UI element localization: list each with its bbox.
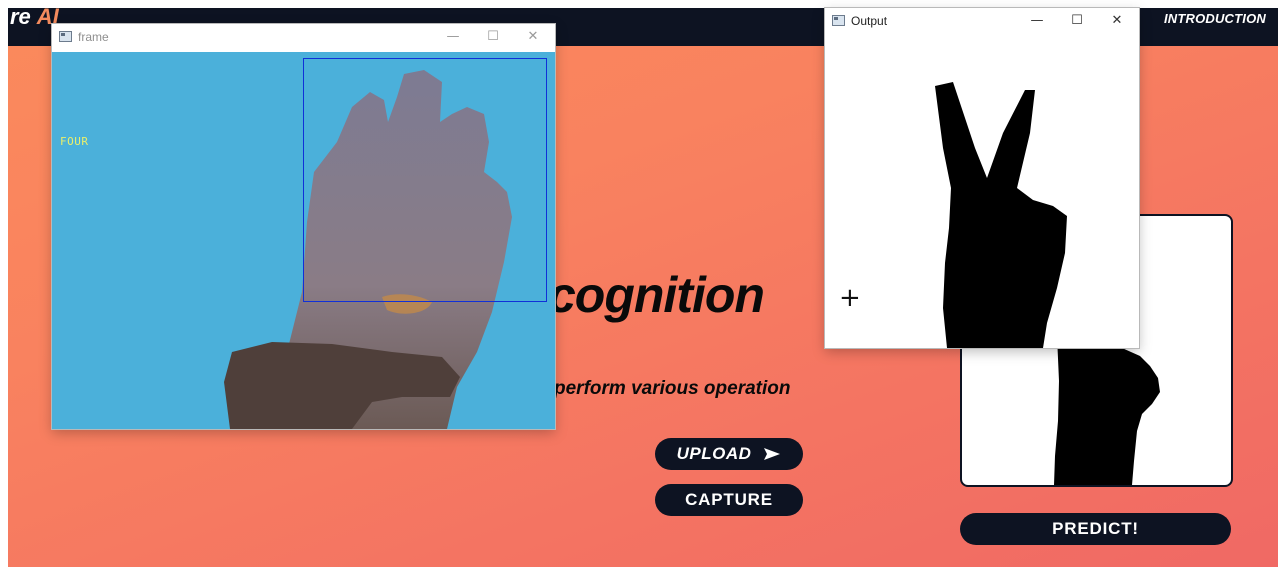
predict-button-label: PREDICT!	[1052, 519, 1139, 538]
hero-subtext: perform various operation	[554, 378, 791, 399]
gesture-overlay-label: FOUR	[60, 135, 89, 148]
output-hand-silhouette	[935, 82, 1067, 348]
output-window-title: Output	[851, 14, 888, 28]
capture-button-label: CAPTURE	[685, 490, 773, 509]
output-minimize-button[interactable]: —	[1017, 11, 1057, 31]
capture-button[interactable]: CAPTURE	[655, 484, 803, 516]
send-arrow-icon	[764, 448, 781, 460]
frame-window[interactable]: frame — ☐ ✕ FOUR	[52, 24, 555, 429]
window-app-icon	[59, 31, 72, 42]
crosshair-icon: +	[839, 283, 861, 313]
frame-window-title: frame	[78, 30, 109, 44]
camera-feed: FOUR	[52, 52, 555, 429]
hero-headline: cognition	[548, 267, 765, 323]
frame-maximize-button[interactable]: ☐	[473, 27, 513, 47]
output-close-button[interactable]: ✕	[1097, 11, 1137, 31]
frame-minimize-button[interactable]: —	[433, 27, 473, 47]
upload-button-label: UPLOAD	[676, 444, 752, 463]
output-window-titlebar[interactable]: Output — ☐ ✕	[825, 8, 1139, 35]
nav-introduction-link[interactable]: INTRODUCTION	[1164, 11, 1266, 26]
output-canvas: +	[825, 38, 1139, 348]
frame-window-titlebar[interactable]: frame — ☐ ✕	[52, 24, 555, 51]
brand-text: re	[10, 8, 31, 29]
upload-button[interactable]: UPLOAD	[655, 438, 803, 470]
window-app-icon	[832, 15, 845, 26]
predict-button[interactable]: PREDICT!	[960, 513, 1231, 545]
output-window[interactable]: Output — ☐ ✕ +	[825, 8, 1139, 348]
region-of-interest-box	[303, 58, 547, 302]
frame-close-button[interactable]: ✕	[513, 27, 553, 47]
output-maximize-button[interactable]: ☐	[1057, 11, 1097, 31]
